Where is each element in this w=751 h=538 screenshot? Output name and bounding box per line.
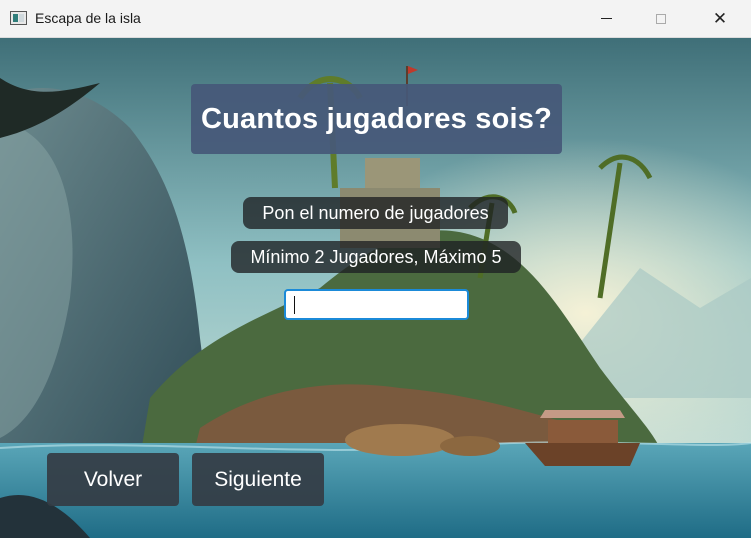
maximize-button[interactable] — [638, 0, 684, 37]
next-button[interactable]: Siguiente — [192, 453, 324, 506]
back-button[interactable]: Volver — [47, 453, 179, 506]
player-limits-label: Mínimo 2 Jugadores, Máximo 5 — [231, 241, 521, 273]
title-bar[interactable]: Escapa de la isla ✕ — [0, 0, 751, 38]
minimize-icon — [600, 18, 612, 19]
game-window: Escapa de la isla ✕ Cuantos jugadores so… — [0, 0, 751, 538]
text-caret — [294, 296, 295, 314]
page-title: Cuantos jugadores sois? — [191, 84, 562, 154]
window-title: Escapa de la isla — [35, 10, 141, 26]
instruction-label: Pon el numero de jugadores — [243, 197, 508, 229]
close-icon: ✕ — [712, 8, 728, 28]
minimize-button[interactable] — [583, 0, 629, 37]
player-count-input[interactable] — [284, 289, 469, 320]
close-button[interactable]: ✕ — [697, 0, 743, 37]
maximize-icon — [656, 13, 666, 24]
app-window-icon — [10, 11, 27, 25]
